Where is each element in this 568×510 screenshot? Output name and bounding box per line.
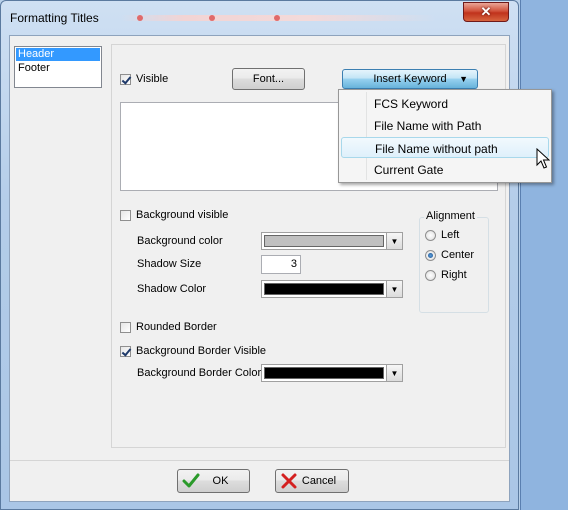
chevron-down-icon: ▼: [459, 74, 468, 84]
background-color-swatch: [264, 235, 384, 247]
close-button[interactable]: ✕: [463, 2, 509, 22]
alignment-title: Alignment: [424, 210, 477, 222]
shadow-color-label: Shadow Color: [137, 283, 207, 295]
shadow-size-label: Shadow Size: [137, 258, 202, 270]
background-color-label: Background color: [137, 235, 223, 247]
desktop-background: [520, 0, 568, 510]
font-button[interactable]: Font...: [232, 68, 305, 90]
alignment-group: Alignment Left Center Right: [419, 210, 489, 313]
close-icon: ✕: [480, 4, 492, 19]
background-border-color-label: Background Border Color: [137, 367, 262, 379]
menu-item-file-name-with-path[interactable]: File Name with Path: [341, 115, 549, 136]
background-border-visible-label: Background Border Visible: [136, 345, 267, 357]
rounded-border-label: Rounded Border: [136, 321, 217, 333]
align-right-label: Right: [441, 269, 467, 281]
chevron-down-icon[interactable]: ▼: [386, 281, 402, 297]
align-left-radio[interactable]: [425, 230, 436, 241]
menu-item-label: File Name without path: [375, 142, 498, 156]
chevron-down-icon[interactable]: ▼: [386, 233, 402, 249]
ok-button[interactable]: OK: [177, 469, 250, 493]
menu-item-label: File Name with Path: [374, 119, 482, 133]
shadow-size-input[interactable]: 3: [261, 255, 301, 274]
chevron-down-icon[interactable]: ▼: [386, 365, 402, 381]
rounded-border-checkbox[interactable]: [120, 322, 131, 333]
title-bar-blur-dot: [274, 15, 280, 21]
list-item-footer[interactable]: Footer: [16, 62, 100, 75]
background-color-combo[interactable]: ▼: [261, 232, 403, 250]
section-list[interactable]: Header Footer: [14, 46, 102, 88]
button-separator: [10, 460, 509, 461]
align-right-radio[interactable]: [425, 270, 436, 281]
shadow-color-combo[interactable]: ▼: [261, 280, 403, 298]
shadow-color-swatch: [264, 283, 384, 295]
background-border-visible-checkbox[interactable]: [120, 346, 131, 357]
dialog-window: Formatting Titles ✕ Header Footer Visibl…: [0, 0, 519, 510]
background-visible-label: Background visible: [136, 209, 229, 221]
mouse-pointer-icon: [536, 148, 550, 169]
background-border-color-combo[interactable]: ▼: [261, 364, 403, 382]
title-bar-blur-dot: [209, 15, 215, 21]
background-visible-checkbox[interactable]: [120, 210, 131, 221]
menu-item-fcs-keyword[interactable]: FCS Keyword: [341, 93, 549, 114]
menu-item-label: FCS Keyword: [374, 97, 449, 111]
align-center-radio[interactable]: [425, 250, 436, 261]
ok-label: OK: [212, 475, 229, 487]
insert-keyword-menu: FCS Keyword File Name with Path File Nam…: [338, 89, 552, 183]
menu-item-file-name-without-path[interactable]: File Name without path: [341, 137, 549, 158]
menu-item-label: Current Gate: [374, 163, 444, 177]
visible-label: Visible: [136, 73, 169, 85]
menu-item-current-gate[interactable]: Current Gate: [341, 159, 549, 180]
insert-keyword-label: Insert Keyword: [373, 73, 447, 85]
title-bar[interactable]: Formatting Titles ✕: [1, 1, 518, 35]
insert-keyword-button[interactable]: Insert Keyword ▼: [342, 69, 478, 89]
title-bar-blur-dot: [137, 15, 143, 21]
list-item-header[interactable]: Header: [16, 48, 100, 61]
cancel-button[interactable]: Cancel: [275, 469, 349, 493]
background-border-color-swatch: [264, 367, 384, 379]
cancel-label: Cancel: [301, 475, 337, 487]
align-left-label: Left: [441, 229, 460, 241]
window-title: Formatting Titles: [10, 11, 99, 25]
visible-checkbox[interactable]: [120, 74, 131, 85]
align-center-label: Center: [441, 249, 475, 261]
